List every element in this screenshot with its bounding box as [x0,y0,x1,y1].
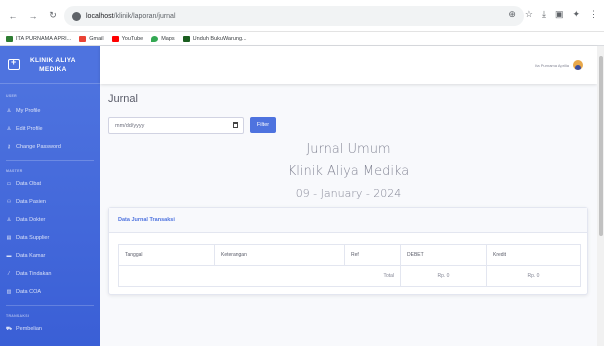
user-name: Ita Purnama Aprilia [535,62,569,68]
back-icon[interactable]: ← [6,9,20,23]
reload-icon[interactable]: ↻ [46,9,60,23]
brand-line1: KLINIK ALIYA [30,56,76,64]
extensions-icon[interactable]: ✦ [572,9,580,20]
user-dropdown[interactable]: Ita Purnama Aprilia [535,60,583,70]
col-kredit: Kredit [486,244,581,266]
sidebar-item-data-pasien[interactable]: ⚇ Data Pasien [0,193,100,211]
sidebar-item-data-coa[interactable]: ▥ Data COA [0,283,100,301]
date-placeholder: mm/dd/yyyy [115,122,145,129]
sidebar-item-data-supplier[interactable]: ▤ Data Supplier [0,229,100,247]
bookmark-star-icon[interactable]: ☆ [525,9,533,20]
forward-icon[interactable]: → [26,9,40,23]
youtube-icon [111,35,119,42]
total-debet: Rp. 0 [400,265,487,287]
report-date: 09 - January - 2024 [295,187,402,200]
scrollbar-thumb[interactable] [599,56,603,236]
bookmark-youtube[interactable]: YouTube [111,35,143,42]
brand-line2: MEDIKA [39,65,67,73]
topbar: Ita Purnama Aprilia [100,46,597,84]
users-icon: ⚇ [6,199,12,205]
table-header-row: Tanggal Keterangan Ref DEBET Kredit [118,244,581,266]
sidebar-item-my-profile[interactable]: ♙ My Profile [0,102,100,120]
filter-button[interactable]: Filter [250,117,276,133]
browser-toolbar: ← → ↻ ⌂ localhost/klinik/laporan/jurnal … [0,0,604,32]
bukuwarung-icon [182,35,190,42]
avatar [573,60,583,70]
sidebar-item-data-kamar[interactable]: ▬ Data Kamar [0,247,100,265]
sidebar-item-data-obat[interactable]: ▭ Data Obat [0,175,100,193]
url-path: /klinik/laporan/jurnal [113,12,176,20]
menu-icon[interactable]: ⋮ [589,9,598,20]
calendar-icon[interactable] [233,122,238,128]
address-bar[interactable]: localhost/klinik/laporan/jurnal [64,6,524,26]
journal-card: Data Jurnal Transaksi Tanggal Keterangan… [108,207,588,295]
bookmark-maps[interactable]: Maps [151,35,175,42]
key-icon: ⚷ [7,144,11,150]
sidebar-brand[interactable]: KLINIK ALIYA MEDIKA [0,46,100,84]
sidebar: KLINIK ALIYA MEDIKA USER ♙My Profile ♙Ed… [0,46,100,346]
tab-search-icon[interactable]: ▣ [555,9,564,20]
clinic-logo-icon [8,57,20,70]
user-edit-icon: ♙ [6,126,12,132]
journal-table: Tanggal Keterangan Ref DEBET Kredit Tota… [118,244,581,287]
bookmark-bukuwarung[interactable]: Unduh BukuWarung... [182,35,247,42]
truck-icon: ▤ [6,235,12,241]
sidebar-item-pembelian[interactable]: ⛟ Pembelian [0,320,100,338]
sidebar-item-data-dokter[interactable]: ♙ Data Dokter [0,211,100,229]
sidebar-item-edit-profile[interactable]: ♙ Edit Profile [0,120,100,138]
download-icon[interactable]: ⤓ [542,9,546,20]
bookmark-favicon-icon [6,35,13,42]
doctor-icon: ♙ [6,217,12,223]
zoom-icon[interactable]: ⊕ [508,9,516,20]
bookmark-gmail[interactable]: Gmail [79,35,104,42]
bed-icon: ▬ [6,253,12,259]
sidebar-item-data-tindakan[interactable]: ⁄ Data Tindakan [0,265,100,283]
col-ref: Ref [344,244,401,266]
col-keterangan: Keterangan [214,244,345,266]
col-tanggal: Tanggal [118,244,215,266]
maps-icon [151,35,159,42]
total-label: Total [118,265,401,287]
card-title: Data Jurnal Transaksi [109,208,587,233]
report-title: Jurnal Umum [306,142,391,157]
page-title: Jurnal [108,93,138,105]
bookmark-item[interactable]: ITA PURNAMA APRI... [6,35,71,42]
col-debet: DEBET [400,244,487,266]
syringe-icon: ⁄ [8,271,10,277]
date-input[interactable]: mm/dd/yyyy [108,117,244,134]
book-icon: ▥ [6,289,12,295]
cart-icon: ⛟ [5,325,13,332]
bookmarks-bar: ITA PURNAMA APRI... Gmail YouTube Maps U… [0,32,604,46]
total-kredit: Rp. 0 [486,265,581,287]
gmail-icon [79,35,87,42]
site-info-icon[interactable] [72,11,81,21]
user-icon: ♙ [6,108,12,114]
url-host: localhost [86,12,114,20]
table-total-row: Total Rp. 0 Rp. 0 [118,265,581,287]
sidebar-item-change-password[interactable]: ⚷ Change Password [0,138,100,156]
report-clinic-name: Klinik Aliya Medika [287,164,410,179]
pills-icon: ▭ [6,181,12,187]
